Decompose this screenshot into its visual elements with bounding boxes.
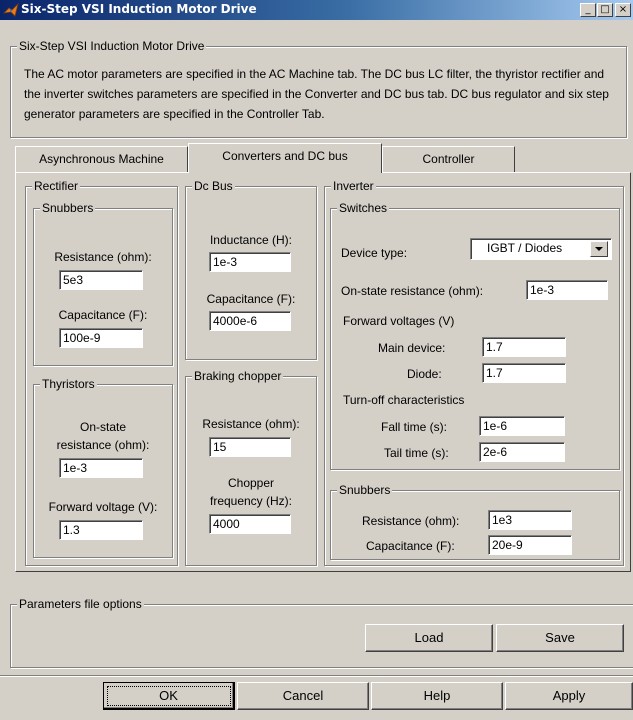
chopper-frequency-label-line2: frequency (Hz): bbox=[209, 494, 293, 508]
save-button[interactable]: Save bbox=[496, 624, 624, 652]
device-type-value: IGBT / Diodes bbox=[487, 241, 563, 255]
ok-button[interactable]: OK bbox=[103, 682, 235, 710]
rectifier-snubber-resistance-label: Resistance (ohm): bbox=[54, 250, 152, 264]
turnoff-label: Turn-off characteristics bbox=[343, 393, 465, 407]
inverter-title: Inverter bbox=[331, 179, 376, 193]
tab-controller[interactable]: Controller bbox=[382, 146, 515, 172]
help-button[interactable]: Help bbox=[371, 682, 503, 710]
dc-bus-inductance-field[interactable]: 1e-3 bbox=[209, 252, 291, 272]
thyristor-onstate-field[interactable]: 1e-3 bbox=[59, 458, 143, 478]
tail-time-label: Tail time (s): bbox=[384, 446, 449, 460]
minimize-button[interactable]: _ bbox=[580, 3, 596, 17]
chopper-resistance-field[interactable]: 15 bbox=[209, 437, 291, 457]
inverter-snubber-resistance-field[interactable]: 1e3 bbox=[488, 510, 572, 530]
device-type-dropdown-button[interactable] bbox=[590, 241, 608, 257]
chopper-frequency-label-line1: Chopper bbox=[227, 476, 275, 490]
footer-separator bbox=[0, 675, 633, 677]
params-file-title: Parameters file options bbox=[17, 597, 144, 611]
braking-chopper-title: Braking chopper bbox=[192, 369, 284, 383]
rectifier-snubber-resistance-field[interactable]: 5e3 bbox=[59, 270, 143, 290]
chopper-frequency-field[interactable]: 4000 bbox=[209, 514, 291, 534]
matlab-logo-icon bbox=[3, 2, 19, 17]
cancel-button[interactable]: Cancel bbox=[237, 682, 369, 710]
fall-time-field[interactable]: 1e-6 bbox=[479, 416, 565, 436]
dc-bus-inductance-label: Inductance (H): bbox=[209, 233, 293, 247]
rectifier-group-title: Rectifier bbox=[32, 179, 81, 193]
thyristors-title: Thyristors bbox=[40, 377, 97, 391]
title-bar[interactable]: Six-Step VSI Induction Motor Drive _ □ × bbox=[0, 0, 633, 20]
braking-chopper-group: Braking chopper bbox=[185, 369, 317, 566]
main-device-label: Main device: bbox=[378, 341, 446, 355]
inverter-onstate-field[interactable]: 1e-3 bbox=[526, 280, 608, 300]
inverter-snubber-capacitance-field[interactable]: 20e-9 bbox=[488, 535, 572, 555]
main-device-field[interactable]: 1.7 bbox=[482, 337, 566, 357]
inverter-snubbers-title: Snubbers bbox=[337, 483, 393, 497]
maximize-button[interactable]: □ bbox=[597, 3, 613, 17]
dc-bus-capacitance-field[interactable]: 4000e-6 bbox=[209, 311, 291, 331]
dc-bus-group: Dc Bus bbox=[185, 179, 317, 360]
inverter-snubber-resistance-label: Resistance (ohm): bbox=[362, 514, 460, 528]
tab-converters-dc-bus[interactable]: Converters and DC bus bbox=[188, 143, 382, 173]
apply-button[interactable]: Apply bbox=[505, 682, 633, 710]
description-text: The AC motor parameters are specified in… bbox=[24, 67, 609, 121]
load-button[interactable]: Load bbox=[365, 624, 493, 652]
inverter-onstate-label: On-state resistance (ohm): bbox=[341, 284, 484, 298]
window-title: Six-Step VSI Induction Motor Drive bbox=[21, 2, 257, 16]
fall-time-label: Fall time (s): bbox=[381, 420, 447, 434]
diode-field[interactable]: 1.7 bbox=[482, 363, 566, 383]
inverter-snubber-capacitance-label: Capacitance (F): bbox=[366, 539, 455, 553]
diode-label: Diode: bbox=[407, 367, 442, 381]
dc-bus-title: Dc Bus bbox=[192, 179, 235, 193]
tail-time-field[interactable]: 2e-6 bbox=[479, 442, 565, 462]
switches-title: Switches bbox=[337, 201, 390, 215]
rectifier-snubber-capacitance-label: Capacitance (F): bbox=[58, 308, 148, 322]
rectifier-snubber-capacitance-field[interactable]: 100e-9 bbox=[59, 328, 143, 348]
dc-bus-capacitance-label: Capacitance (F): bbox=[206, 292, 296, 306]
chevron-down-icon bbox=[595, 247, 603, 251]
forward-voltages-label: Forward voltages (V) bbox=[343, 314, 455, 328]
tab-asynchronous-machine[interactable]: Asynchronous Machine bbox=[15, 146, 188, 172]
rectifier-snubbers-title: Snubbers bbox=[40, 201, 96, 215]
thyristor-forward-voltage-label: Forward voltage (V): bbox=[48, 500, 158, 514]
thyristor-forward-voltage-field[interactable]: 1.3 bbox=[59, 520, 143, 540]
thyristor-onstate-label-line1: On-state bbox=[79, 420, 127, 434]
description-group-title: Six-Step VSI Induction Motor Drive bbox=[17, 39, 207, 53]
chopper-resistance-label: Resistance (ohm): bbox=[202, 417, 300, 431]
thyristor-onstate-label-line2: resistance (ohm): bbox=[56, 438, 150, 452]
close-button[interactable]: × bbox=[615, 3, 631, 17]
device-type-label: Device type: bbox=[341, 246, 408, 260]
